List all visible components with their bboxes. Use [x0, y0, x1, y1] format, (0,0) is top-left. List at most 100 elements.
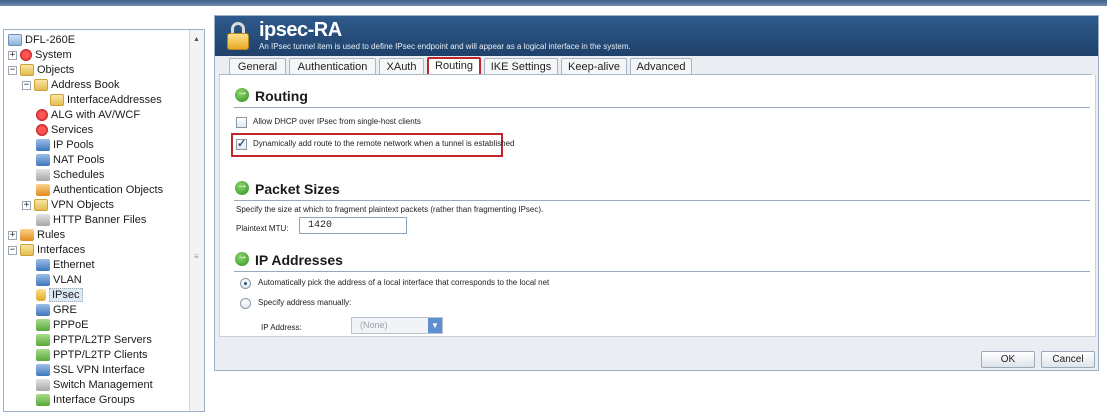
- tree-item-label: NAT Pools: [53, 154, 105, 166]
- ssl-vpn-icon: [36, 364, 50, 377]
- tree-scrollbar[interactable]: ▲ ≡: [189, 30, 204, 411]
- lock-icon: [36, 289, 46, 302]
- tree-item-authentication-objects[interactable]: Authentication Objects: [36, 183, 163, 198]
- tree-item-label: ALG with AV/WCF: [51, 109, 141, 121]
- tree-item-label: Rules: [37, 229, 66, 241]
- section-divider: [234, 107, 1090, 108]
- plaintext-mtu-input[interactable]: 1420: [299, 217, 407, 234]
- tree-item-interfaceaddresses[interactable]: InterfaceAddresses: [50, 93, 162, 108]
- packet-sizes-section-title: Packet Sizes: [255, 181, 340, 197]
- cancel-button[interactable]: Cancel: [1041, 351, 1095, 368]
- chevron-down-icon[interactable]: ▼: [428, 318, 442, 333]
- tree-item-label: Schedules: [53, 169, 105, 181]
- page-title: ipsec-RA: [259, 19, 342, 41]
- tree-item-dfl-260e[interactable]: DFL-260E: [8, 33, 75, 48]
- tree-item-interface-groups[interactable]: Interface Groups: [36, 393, 135, 408]
- dynamic-route-checkbox[interactable]: [236, 137, 247, 150]
- tree-item-pptp-clients[interactable]: PPTP/L2TP Clients: [36, 348, 148, 363]
- folder-icon: [50, 94, 64, 107]
- tree-item-objects[interactable]: − Objects: [8, 63, 74, 78]
- tree-item-alg[interactable]: ALG with AV/WCF: [36, 108, 140, 123]
- section-arrow-icon: [235, 179, 249, 195]
- tree-item-label: PPTP/L2TP Clients: [53, 349, 148, 361]
- section-divider: [234, 271, 1090, 272]
- tree-item-vlan[interactable]: VLAN: [36, 273, 82, 288]
- tree-item-pppoe[interactable]: PPPoE: [36, 318, 88, 333]
- tree-item-schedules[interactable]: Schedules: [36, 168, 104, 183]
- pptp-server-icon: [36, 334, 50, 347]
- tree-item-label: PPPoE: [53, 319, 89, 331]
- tree-item-label: PPTP/L2TP Servers: [53, 334, 152, 346]
- tree-item-label: Ethernet: [53, 259, 95, 271]
- services-icon: [36, 124, 48, 137]
- ip-address-label: IP Address:: [261, 323, 302, 332]
- expand-icon[interactable]: +: [8, 230, 17, 240]
- system-icon: [20, 49, 32, 62]
- expand-icon[interactable]: +: [22, 200, 31, 210]
- tree-item-label: Services: [51, 124, 94, 136]
- pppoe-icon: [36, 319, 50, 332]
- panel-header: ipsec-RA An IPsec tunnel item is used to…: [215, 16, 1098, 56]
- collapse-icon[interactable]: −: [22, 80, 31, 90]
- tree-item-label: HTTP Banner Files: [53, 214, 147, 226]
- collapse-icon[interactable]: −: [8, 65, 17, 75]
- tree-item-ip-pools[interactable]: IP Pools: [36, 138, 94, 153]
- tree-item-nat-pools[interactable]: NAT Pools: [36, 153, 105, 168]
- ok-button[interactable]: OK: [981, 351, 1035, 368]
- tree-item-ssl-vpn-interface[interactable]: SSL VPN Interface: [36, 363, 145, 378]
- tree-item-label: Interfaces: [37, 244, 86, 256]
- authentication-icon: [36, 184, 50, 197]
- scroll-up-icon[interactable]: ▲: [193, 36, 200, 43]
- top-bar: [0, 0, 1107, 6]
- tree-item-label: Address Book: [51, 79, 120, 91]
- ip-address-select[interactable]: (None) ▼: [351, 317, 443, 334]
- tree-item-switch-management[interactable]: Switch Management: [36, 378, 153, 393]
- tree-item-label: Switch Management: [53, 379, 153, 391]
- tree-item-label: DFL-260E: [25, 34, 76, 46]
- device-icon: [8, 34, 22, 47]
- tree-item-vpn-objects[interactable]: + VPN Objects: [22, 198, 114, 213]
- tree-item-ethernet[interactable]: Ethernet: [36, 258, 95, 273]
- folder-icon: [34, 199, 48, 212]
- ip-addresses-section-title: IP Addresses: [255, 252, 343, 268]
- ipsec-properties-panel: ipsec-RA An IPsec tunnel item is used to…: [214, 15, 1099, 371]
- schedules-icon: [36, 169, 50, 182]
- tree-item-pptp-servers[interactable]: PPTP/L2TP Servers: [36, 333, 152, 348]
- address-book-icon: [34, 79, 48, 92]
- tree-item-system[interactable]: + System: [8, 48, 72, 63]
- tab-content: Routing Allow DHCP over IPsec from singl…: [219, 75, 1096, 337]
- tree-item-http-banner-files[interactable]: HTTP Banner Files: [36, 213, 146, 228]
- tree-item-gre[interactable]: GRE: [36, 303, 77, 318]
- page-subtitle: An IPsec tunnel item is used to define I…: [259, 42, 631, 51]
- tree-item-label: GRE: [53, 304, 77, 316]
- scroll-grip-icon[interactable]: ≡: [194, 252, 199, 261]
- tree-item-label: SSL VPN Interface: [53, 364, 145, 376]
- tree-item-rules[interactable]: + Rules: [8, 228, 65, 243]
- tree-item-label: VPN Objects: [51, 199, 114, 211]
- lock-icon: [227, 22, 249, 50]
- allow-dhcp-label: Allow DHCP over IPsec from single-host c…: [253, 117, 421, 126]
- tree-item-label: IPsec: [49, 288, 83, 302]
- auto-address-radio[interactable]: [240, 278, 251, 289]
- routing-section-title: Routing: [255, 88, 308, 104]
- tree-item-label: Objects: [37, 64, 75, 76]
- dynamic-route-label: Dynamically add route to the remote netw…: [253, 139, 515, 148]
- tree-item-ipsec[interactable]: IPsec: [36, 288, 83, 303]
- switch-icon: [36, 379, 50, 392]
- tree-item-services[interactable]: Services: [36, 123, 93, 138]
- tree-item-label: IP Pools: [53, 139, 94, 151]
- tree-item-interfaces[interactable]: − Interfaces: [8, 243, 85, 258]
- tree-item-label: Authentication Objects: [53, 184, 164, 196]
- section-arrow-icon: [235, 86, 249, 102]
- manual-address-label: Specify address manually:: [258, 298, 352, 307]
- expand-icon[interactable]: +: [8, 50, 17, 60]
- manual-address-radio[interactable]: [240, 298, 251, 309]
- collapse-icon[interactable]: −: [8, 245, 17, 255]
- pptp-client-icon: [36, 349, 50, 362]
- rules-icon: [20, 229, 34, 242]
- plaintext-mtu-label: Plaintext MTU:: [236, 224, 289, 233]
- auto-address-label: Automatically pick the address of a loca…: [258, 278, 550, 287]
- allow-dhcp-checkbox[interactable]: [236, 117, 247, 128]
- tree-item-label: System: [35, 49, 72, 61]
- tree-item-address-book[interactable]: − Address Book: [22, 78, 119, 93]
